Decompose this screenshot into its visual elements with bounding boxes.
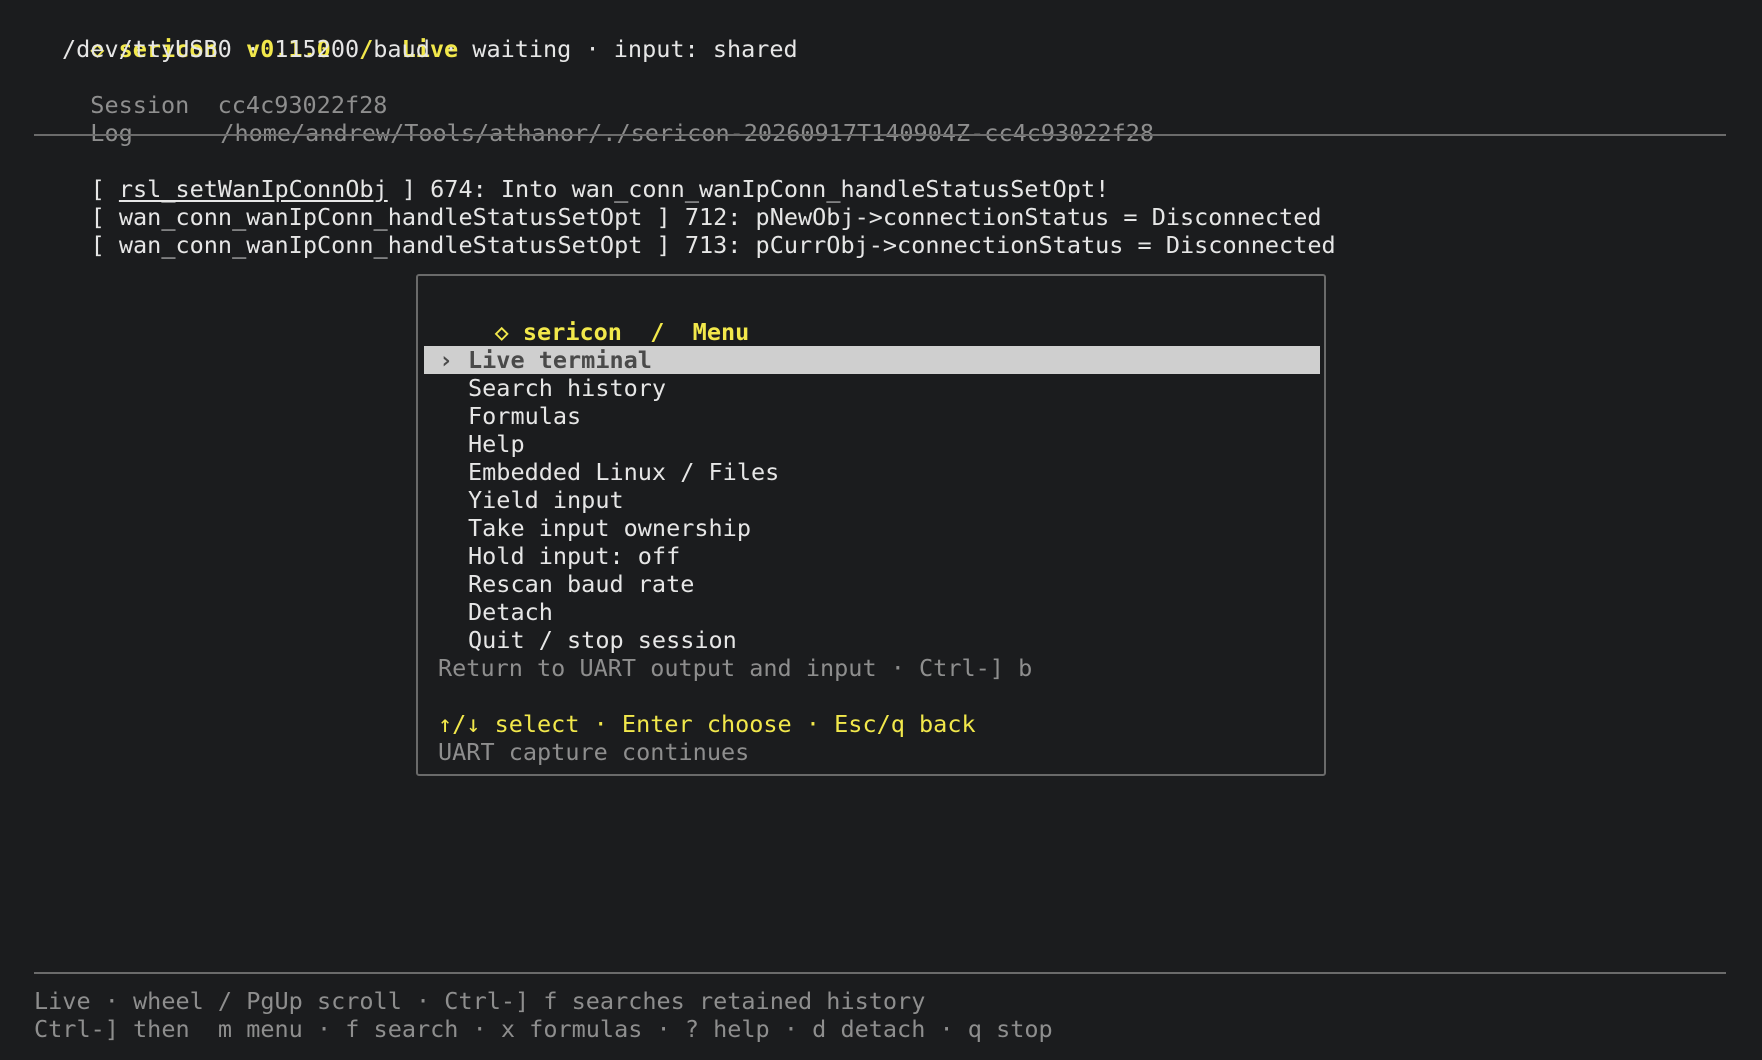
menu-item-label: Take input ownership	[468, 514, 751, 542]
menu-item-hold-input[interactable]: Hold input: off	[424, 542, 1320, 570]
menu-item-label: Detach	[468, 598, 553, 626]
menu-item-take-input-ownership[interactable]: Take input ownership	[424, 514, 1320, 542]
menu-title-line: ◇ sericon / Menu	[438, 290, 750, 346]
menu-item-detach[interactable]: Detach	[424, 598, 1320, 626]
log-label: Log	[90, 119, 133, 147]
footer-hint-line-2: Ctrl-] then m menu · f search · x formul…	[34, 1015, 1053, 1043]
menu-dialog: ◇ sericon / Menu › Live terminal Search h…	[416, 274, 1326, 776]
menu-item-formulas[interactable]: Formulas	[424, 402, 1320, 430]
menu-item-label: Live terminal	[468, 346, 652, 374]
log-row: Log/home/andrew/Tools/athanor/./sericon-…	[62, 91, 1154, 147]
menu-item-help[interactable]: Help	[424, 430, 1320, 458]
menu-keys-hint: ↑/↓ select · Enter choose · Esc/q back	[438, 710, 976, 738]
menu-item-label: Quit / stop session	[468, 626, 737, 654]
menu-item-rescan-baud-rate[interactable]: Rescan baud rate	[424, 570, 1320, 598]
capture-note: UART capture continues	[438, 738, 750, 766]
chevron-right-icon: ›	[438, 346, 454, 374]
menu-item-label: Search history	[468, 374, 667, 402]
diamond-icon: ◇	[494, 318, 509, 346]
session-row: Session cc4c93022f28	[62, 63, 387, 119]
log-path: /home/andrew/Tools/athanor/./sericon-202…	[220, 119, 1155, 147]
menu-item-embedded-linux-files[interactable]: Embedded Linux / Files	[424, 458, 1320, 486]
menu-item-quit-stop-session[interactable]: Quit / stop session	[424, 626, 1320, 654]
menu-item-label: Embedded Linux / Files	[468, 458, 780, 486]
menu-item-label: Hold input: off	[468, 542, 681, 570]
header-divider	[34, 134, 1726, 136]
menu-item-description: Return to UART output and input · Ctrl-]…	[438, 654, 1033, 682]
menu-title: sericon / Menu	[522, 318, 750, 346]
menu-item-label: Rescan baud rate	[468, 570, 695, 598]
menu-item-label: Help	[468, 430, 525, 458]
footer-hint-line-1: Live · wheel / PgUp scroll · Ctrl-] f se…	[34, 987, 926, 1015]
terminal-line: [ wan_conn_wanIpConn_handleStatusSetOpt …	[90, 203, 1322, 231]
menu-item-yield-input[interactable]: Yield input	[424, 486, 1320, 514]
app-title-line: ◇ sericon v0.1.0 / Live	[62, 7, 458, 63]
connection-status: /dev/ttyUSB0 · 115200 baud · waiting · i…	[62, 35, 798, 63]
footer-divider	[34, 972, 1726, 974]
terminal-line: [ wan_conn_wanIpConn_handleStatusSetOpt …	[90, 231, 1336, 259]
menu-item-label: Formulas	[468, 402, 582, 430]
terminal-line: [ rsl_setWanIpConnObj ] 674: Into wan_co…	[90, 175, 1110, 203]
menu-item-label: Yield input	[468, 486, 624, 514]
menu-item-live-terminal[interactable]: › Live terminal	[424, 346, 1320, 374]
menu-item-search-history[interactable]: Search history	[424, 374, 1320, 402]
